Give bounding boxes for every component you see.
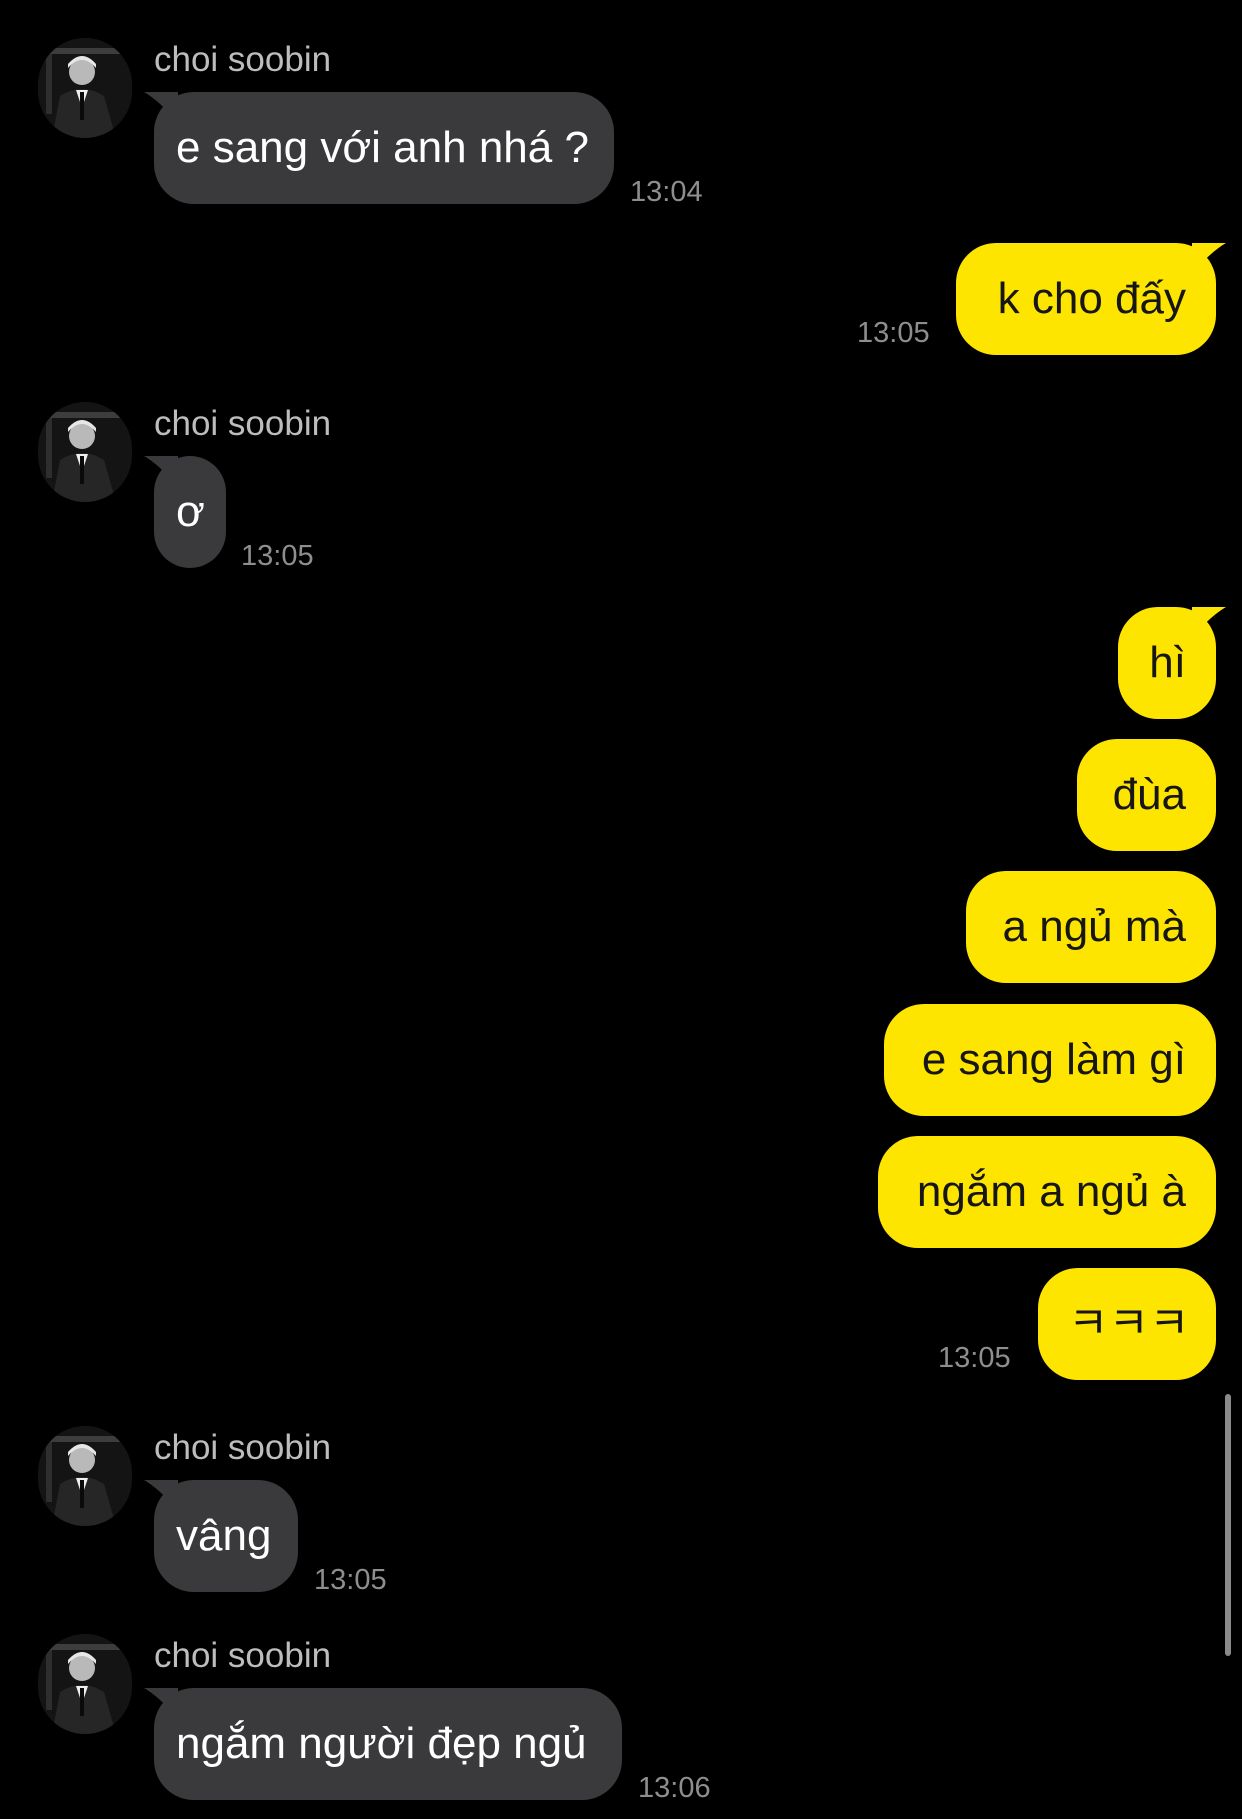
bubble-tail: [144, 92, 178, 122]
message-bubble-outgoing[interactable]: ㅋㅋㅋ: [1038, 1268, 1216, 1380]
message-text: vâng: [176, 1511, 272, 1560]
message-text: ơ: [176, 487, 205, 536]
message-text: a ngủ mà: [1002, 902, 1186, 951]
bubble-tail: [1192, 607, 1226, 637]
message-bubble-outgoing[interactable]: k cho đấy: [956, 243, 1226, 355]
message-bubble-outgoing[interactable]: ngắm a ngủ à: [878, 1136, 1216, 1248]
bubble-tail: [144, 1688, 178, 1718]
message-bubble-incoming[interactable]: ơ: [144, 456, 226, 568]
avatar[interactable]: [38, 1426, 132, 1526]
message-time: 13:04: [630, 176, 703, 208]
sender-name: choi soobin: [154, 404, 332, 443]
scrollbar[interactable]: [1225, 1394, 1231, 1656]
message-text: ㅋㅋㅋ: [1068, 1299, 1190, 1348]
message-bubble-outgoing[interactable]: e sang làm gì: [884, 1004, 1216, 1116]
sender-name: choi soobin: [154, 40, 332, 79]
bubble-tail: [1192, 243, 1226, 273]
message-text: hì: [1149, 638, 1186, 687]
bubble-tail: [144, 456, 178, 486]
bubble-tail: [144, 1480, 178, 1510]
sender-name: choi soobin: [154, 1636, 332, 1675]
message-bubble-incoming[interactable]: e sang với anh nhá ?: [144, 92, 614, 204]
message-text: e sang làm gì: [921, 1035, 1186, 1084]
message-text: đùa: [1112, 770, 1186, 819]
message-bubble-incoming[interactable]: ngắm người đẹp ngủ: [144, 1688, 622, 1800]
message-text: e sang với anh nhá ?: [176, 123, 589, 172]
sender-name: choi soobin: [154, 1428, 332, 1467]
avatar[interactable]: [38, 1634, 132, 1734]
message-time: 13:05: [857, 317, 930, 349]
avatar[interactable]: [38, 402, 132, 502]
message-time: 13:05: [938, 1342, 1011, 1374]
message-bubble-outgoing[interactable]: hì: [1118, 607, 1226, 719]
message-bubble-outgoing[interactable]: a ngủ mà: [966, 871, 1216, 983]
message-time: 13:05: [314, 1564, 387, 1596]
message-bubble-incoming[interactable]: vâng: [144, 1480, 298, 1592]
message-bubble-outgoing[interactable]: đùa: [1077, 739, 1216, 851]
message-time: 13:05: [241, 540, 314, 572]
message-time: 13:06: [638, 1772, 711, 1804]
message-text: ngắm người đẹp ngủ: [176, 1719, 587, 1768]
message-text: k cho đấy: [997, 274, 1186, 323]
avatar[interactable]: [38, 38, 132, 138]
message-text: ngắm a ngủ à: [916, 1167, 1186, 1216]
